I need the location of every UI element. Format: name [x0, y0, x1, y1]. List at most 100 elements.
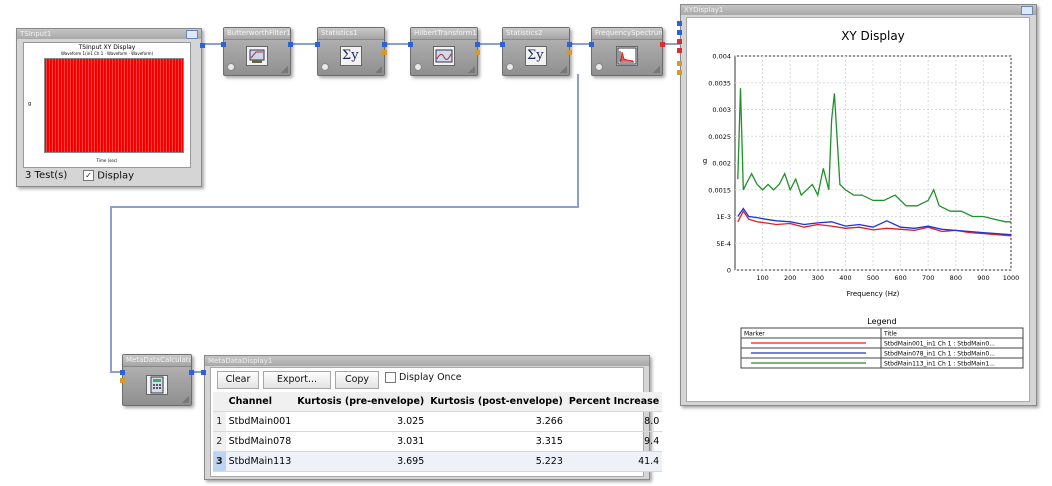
cell-percent[interactable]: 41.4	[565, 451, 663, 472]
export-button[interactable]: Export...	[263, 371, 331, 389]
cell-kurtosis-post[interactable]: 3.266	[427, 411, 566, 432]
hilbert-transform-node[interactable]: HilbertTransform1	[408, 27, 480, 76]
wire-statistics1-hilbert	[383, 43, 410, 45]
resize-grip[interactable]	[182, 396, 189, 403]
node-title: FrequencySpectrum1	[592, 28, 662, 40]
display-checkbox[interactable]: ✓ Display	[83, 170, 134, 182]
input-port-3[interactable]	[677, 39, 682, 44]
input-port-1[interactable]	[677, 21, 682, 26]
output-port[interactable]	[567, 42, 572, 47]
input-port[interactable]	[315, 42, 320, 47]
output-port-meta[interactable]	[475, 50, 480, 55]
statistics2-node[interactable]: Statistics2 Σy	[500, 27, 572, 76]
cell-kurtosis-post[interactable]: 5.223	[427, 451, 566, 472]
cell-kurtosis-pre[interactable]: 3.031	[294, 431, 428, 452]
output-port[interactable]	[660, 42, 665, 47]
node-title: ButterworthFilter1	[224, 28, 290, 40]
wire-statistics2-metadata-v1	[577, 74, 579, 207]
cell-kurtosis-post[interactable]: 3.315	[427, 431, 566, 452]
cell-channel[interactable]: StbdMain113	[225, 451, 295, 472]
input-dot	[321, 63, 329, 71]
resize-grip[interactable]	[375, 66, 382, 73]
butterworth-filter-node[interactable]: ButterworthFilter1	[221, 27, 293, 76]
cell-kurtosis-pre[interactable]: 3.695	[294, 451, 428, 472]
resize-grip[interactable]	[653, 66, 660, 73]
node-menu-button[interactable]	[1021, 6, 1033, 15]
column-header-kurtosis-post[interactable]: Kurtosis (post-envelope)	[427, 392, 566, 412]
input-dot	[506, 63, 514, 71]
output-port-meta[interactable]	[567, 50, 572, 55]
node-title: Statistics2	[503, 28, 569, 40]
node-menu-button[interactable]	[186, 30, 198, 39]
x-tick-label: 1000	[1003, 274, 1020, 282]
resize-grip[interactable]	[468, 66, 475, 73]
output-port[interactable]	[382, 42, 387, 47]
row-number: 1	[213, 411, 226, 432]
y-tick-label: 1E-3	[716, 213, 731, 221]
spectrum-icon	[616, 46, 638, 66]
output-port[interactable]	[189, 370, 194, 375]
cell-kurtosis-pre[interactable]: 3.025	[294, 411, 428, 432]
statistics1-node[interactable]: Statistics1 Σy	[315, 27, 387, 76]
chart-title: XY Display	[841, 29, 905, 43]
table-row[interactable]: 3 StbdMain113 3.695 5.223 41.4	[213, 451, 663, 472]
x-tick-label: 300	[812, 274, 824, 282]
input-port[interactable]	[500, 42, 505, 47]
wire-statistics2-metadata-v2	[110, 206, 112, 373]
input-port[interactable]	[120, 370, 125, 375]
row-number: 3	[213, 451, 226, 472]
input-port[interactable]	[201, 370, 206, 375]
output-port[interactable]	[200, 43, 205, 48]
metadata-display-node[interactable]: MetaDataDisplay1 Clear Export... Copy Di…	[201, 355, 663, 480]
resize-grip[interactable]	[281, 66, 288, 73]
column-header-kurtosis-pre[interactable]: Kurtosis (pre-envelope)	[294, 392, 428, 412]
y-tick-label: 0.0025	[708, 133, 731, 141]
metadata-calculator-node[interactable]: MetaDataCalculator1	[120, 354, 194, 406]
metadata-table: Channel Kurtosis (pre-envelope) Kurtosis…	[213, 392, 663, 472]
frequency-spectrum-node[interactable]: FrequencySpectrum1	[589, 27, 665, 76]
input-port-meta[interactable]	[120, 378, 125, 383]
cell-percent[interactable]: 9.4	[565, 431, 663, 452]
table-row[interactable]: 2 StbdMain078 3.031 3.315 9.4	[213, 431, 663, 452]
cell-channel[interactable]: StbdMain001	[225, 411, 295, 432]
input-port-5[interactable]	[677, 61, 682, 66]
display-label: Display	[97, 170, 135, 182]
resize-grip[interactable]	[560, 66, 567, 73]
display-once-check[interactable]	[385, 372, 396, 383]
input-dot	[227, 63, 235, 71]
plot-subtitle: Waveform 1(in1 Ch 1 · Waveform · Wavefor…	[60, 51, 154, 56]
plot-x-label: Time (sec)	[96, 158, 118, 163]
legend-entry-label: StbdMain078_in1 Ch 1 : StbdMain0...	[884, 351, 995, 358]
metadata-content: Clear Export... Copy Display Once Channe…	[210, 367, 663, 477]
x-tick-label: 500	[867, 274, 879, 282]
y-tick-label: 0.0015	[708, 186, 731, 194]
copy-button[interactable]: Copy	[335, 371, 379, 389]
input-port[interactable]	[589, 42, 594, 47]
input-port-6[interactable]	[677, 70, 682, 75]
legend-title: Legend	[867, 317, 896, 326]
column-header-percent[interactable]: Percent Increase	[565, 392, 663, 412]
plot-y-label: g	[28, 101, 32, 107]
wire-statistics2-metadata-h	[110, 206, 579, 208]
input-port[interactable]	[221, 42, 226, 47]
tsinput-node[interactable]: TSInput1 TSInput XY Display Waveform 1(i…	[16, 28, 205, 187]
node-title: MetaDataCalculator1	[123, 355, 191, 367]
output-port-meta[interactable]	[382, 50, 387, 55]
cell-channel[interactable]: StbdMain078	[225, 431, 295, 452]
clear-button[interactable]: Clear	[217, 371, 259, 389]
xy-display-node[interactable]: XYDisplay1 XY Display 0 5E-4 1E-3 0.0015 0.00…	[677, 4, 1037, 406]
cell-percent[interactable]: 8.0	[565, 411, 663, 432]
input-port-4[interactable]	[677, 48, 682, 53]
node-title: HilbertTransform1	[411, 28, 477, 40]
input-port-2[interactable]	[677, 30, 682, 35]
output-port[interactable]	[475, 42, 480, 47]
column-header-channel[interactable]: Channel	[225, 392, 295, 412]
display-once-checkbox[interactable]: Display Once	[385, 372, 462, 383]
display-check[interactable]: ✓	[83, 170, 94, 181]
output-port[interactable]	[288, 42, 293, 47]
x-tick-label: 400	[839, 274, 851, 282]
node-title: MetaDataDisplay1	[205, 356, 649, 366]
table-row[interactable]: 1 StbdMain001 3.025 3.266 8.0	[213, 411, 663, 432]
input-port[interactable]	[408, 42, 413, 47]
legend-header-marker: Marker	[744, 331, 765, 338]
